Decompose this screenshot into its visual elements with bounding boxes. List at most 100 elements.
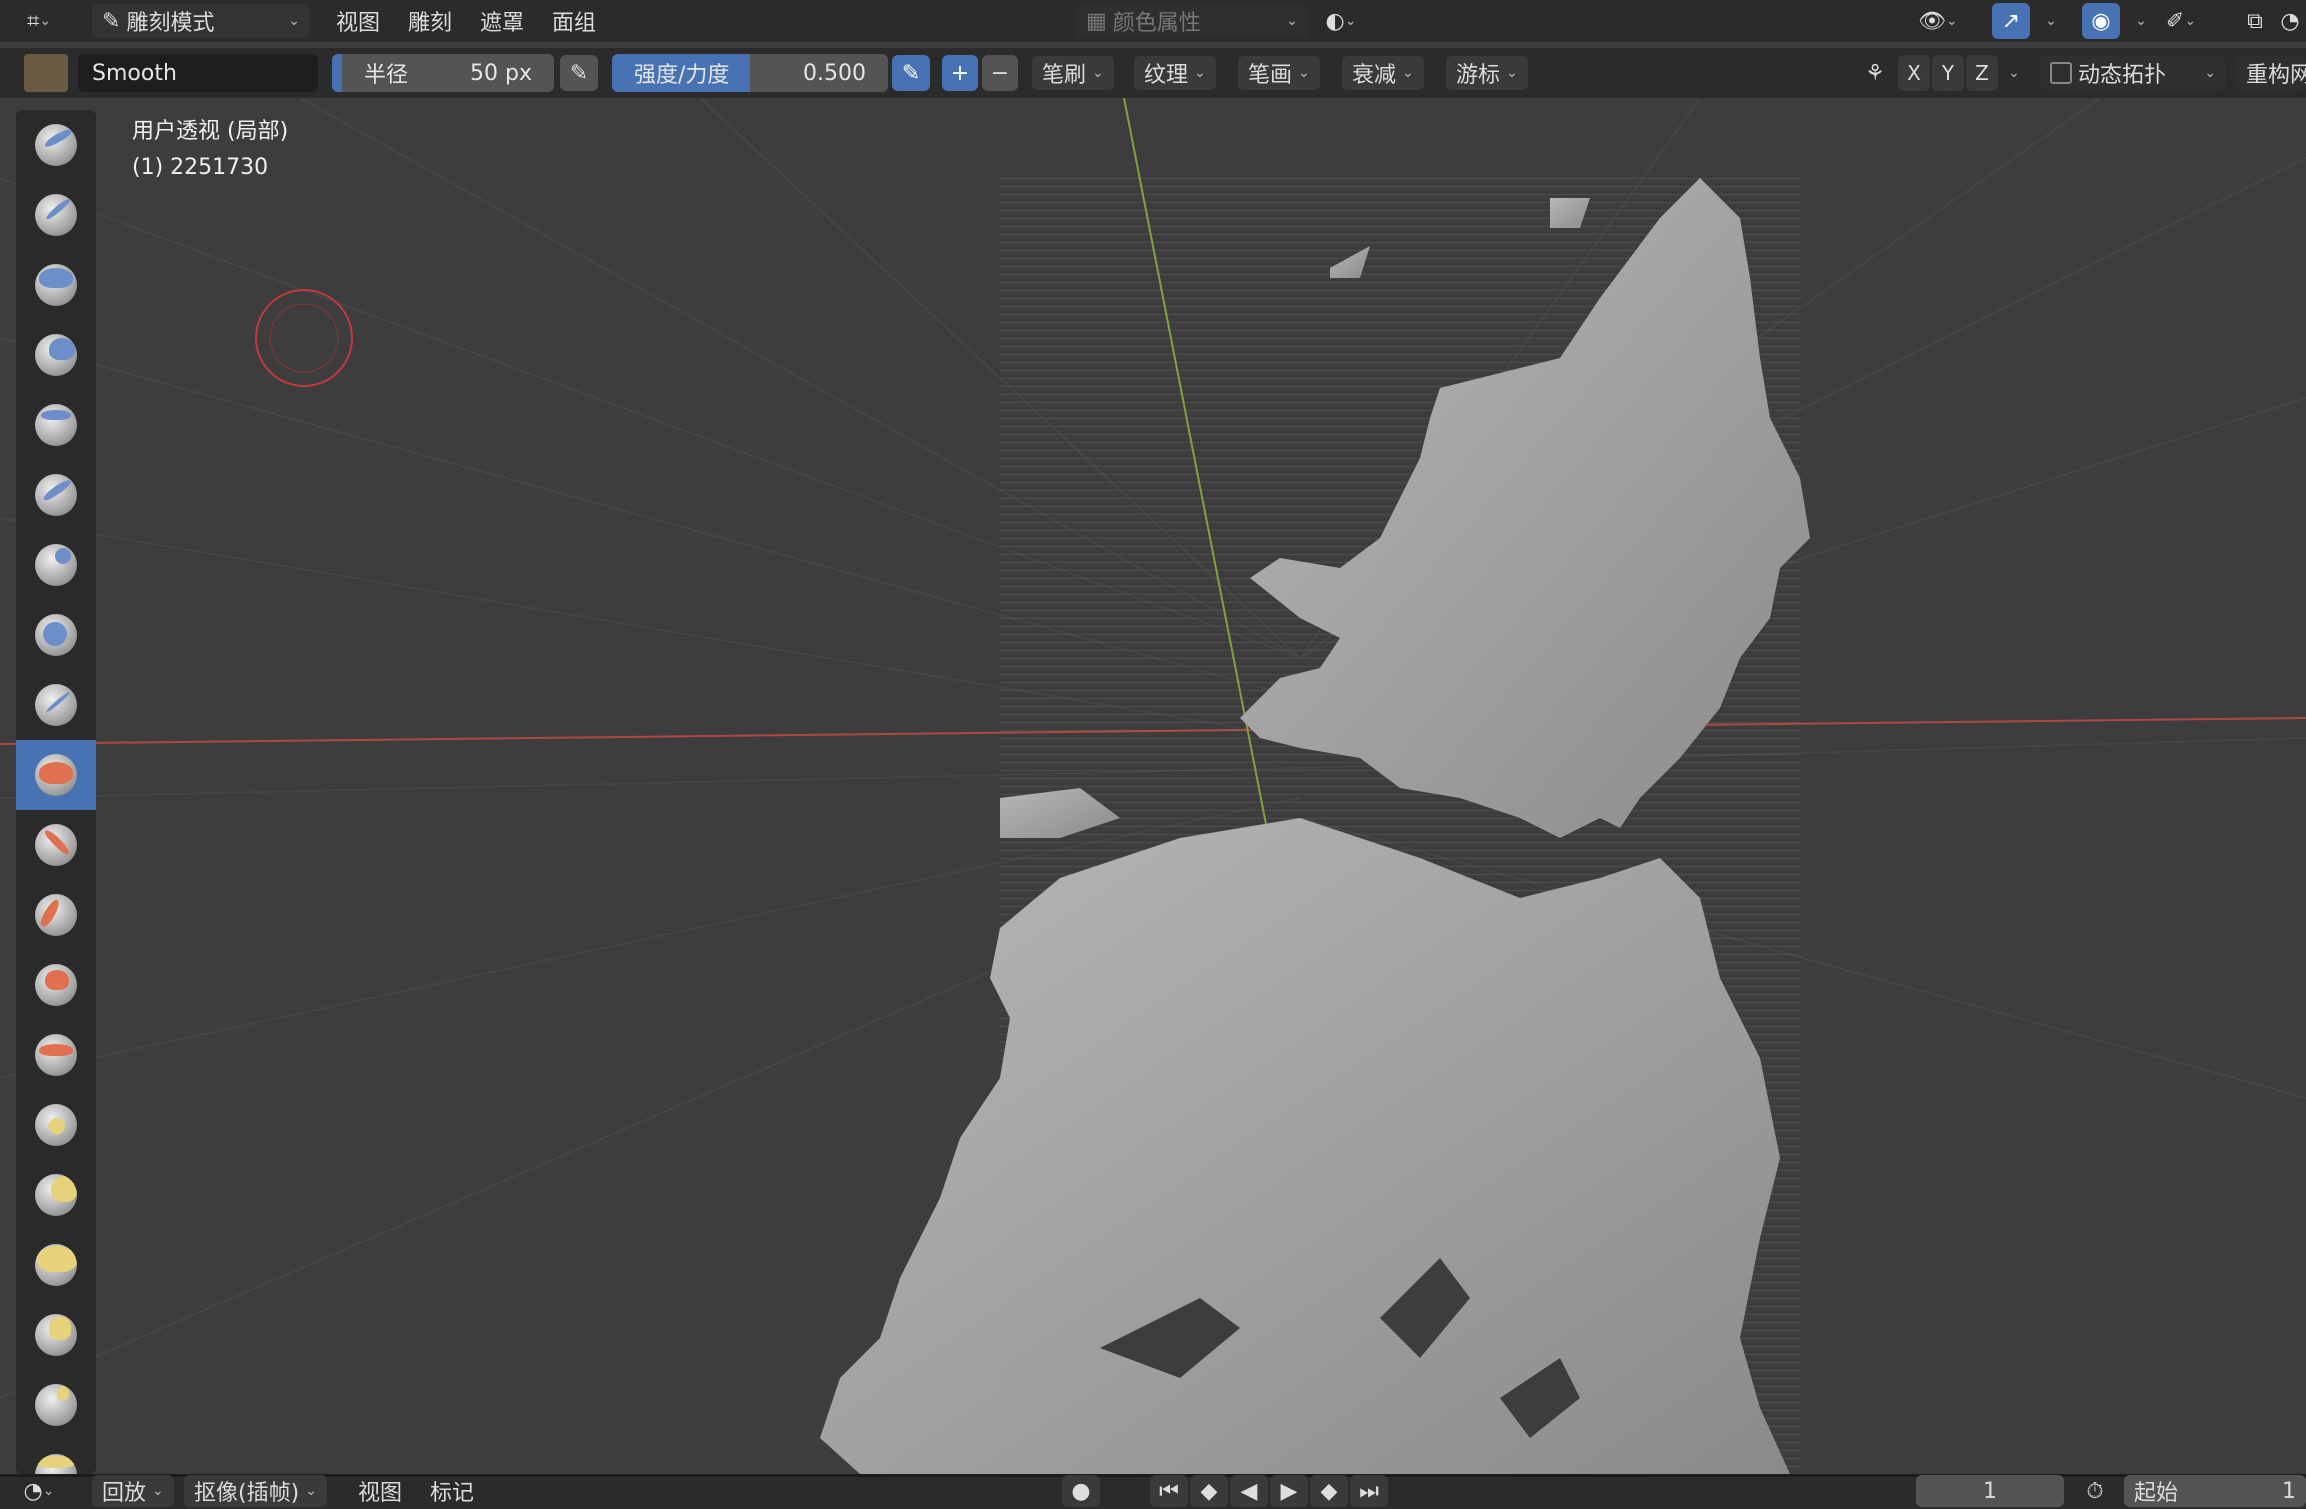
overlay-toggle[interactable]: ◉ [2082, 3, 2120, 39]
play-button[interactable]: ▶ [1270, 1475, 1308, 1507]
shading-mode-button[interactable]: ◔ [2276, 3, 2304, 39]
brush-icon: ✎ [102, 8, 121, 34]
draw-tool[interactable] [16, 110, 96, 180]
timeline-view-menu[interactable]: 视图 [344, 1475, 416, 1507]
overlay-options[interactable]: ⌄ [2122, 3, 2160, 39]
elastic-deform-tool[interactable] [16, 1230, 96, 1300]
chevron-down-icon: ⌄ [2045, 13, 2057, 29]
chevron-down-icon: ⌄ [1506, 65, 1518, 81]
stroke-dropdown[interactable]: 笔画 ⌄ [1238, 56, 1320, 90]
mirror-z-toggle[interactable]: Z [1966, 55, 1998, 91]
multiplane-scrape-tool[interactable] [16, 1020, 96, 1090]
dyntopo-checkbox[interactable] [2050, 62, 2072, 84]
xray-toggle[interactable]: ⧉ [2236, 3, 2274, 39]
playback-label: 回放 [102, 1481, 147, 1506]
jump-start-button[interactable]: ⏮ [1150, 1475, 1188, 1507]
radius-label: 半径 [364, 63, 409, 88]
menu-mask[interactable]: 遮罩 [466, 4, 538, 38]
direction-add-button[interactable]: + [942, 55, 978, 91]
jump-end-button[interactable]: ⏭ [1350, 1475, 1388, 1507]
pen-pressure-icon: ✎ [901, 60, 921, 86]
brush-name-field[interactable]: Smooth [78, 54, 318, 92]
current-frame-field[interactable]: 1 [1916, 1475, 2064, 1507]
crease-brush-icon [35, 684, 77, 726]
grab-tool[interactable] [16, 1160, 96, 1230]
clay-brush-icon [35, 264, 77, 306]
chevron-down-icon: ⌄ [1402, 65, 1414, 81]
radius-field[interactable]: 半径 50 px [332, 54, 554, 92]
timeline-editor-type[interactable]: ◔ ⌄ [20, 1475, 58, 1507]
texture-icon[interactable] [24, 54, 68, 92]
blob-tool[interactable] [16, 600, 96, 670]
prev-keyframe-button[interactable]: ◆ [1190, 1475, 1228, 1507]
jump-end-icon: ⏭ [1359, 1478, 1379, 1504]
inflate-tool[interactable] [16, 530, 96, 600]
shading-options-button[interactable]: ◐ ⌄ [1322, 3, 1360, 39]
thumb-brush-icon [35, 1384, 77, 1426]
clay-tool[interactable] [16, 250, 96, 320]
dyntopo-toggle[interactable]: 动态拓扑 ⌄ [2040, 56, 2226, 90]
chevron-down-icon: ⌄ [2135, 13, 2147, 29]
mirror-x-toggle[interactable]: X [1898, 55, 1930, 91]
preview-range-toggle[interactable]: ⏱ [2076, 1475, 2114, 1507]
next-keyframe-button[interactable]: ◆ [1310, 1475, 1348, 1507]
thumb-tool[interactable] [16, 1370, 96, 1440]
playback-dropdown[interactable]: 回放 ⌄ [92, 1475, 174, 1507]
crease-tool[interactable] [16, 670, 96, 740]
scrape-tool[interactable] [16, 950, 96, 1020]
timeline-header: ◔ ⌄ 回放 ⌄ 抠像(插帧) ⌄ 视图 标记 ● ⏮ ◆ ◀ ▶ ◆ ⏭ 1 ⏱ 起… [0, 1474, 2306, 1509]
smooth-brush-icon [35, 754, 77, 796]
mirror-y-toggle[interactable]: Y [1932, 55, 1964, 91]
remesh-dropdown[interactable]: 重构网 [2236, 56, 2306, 90]
menu-sculpt[interactable]: 雕刻 [394, 4, 466, 38]
clay-strips-tool[interactable] [16, 320, 96, 390]
draw-sharp-tool[interactable] [16, 180, 96, 250]
start-frame-field[interactable]: 起始 1 [2124, 1475, 2306, 1507]
brush-overlay-button[interactable]: ✐ ⌄ [2162, 3, 2200, 39]
auto-keying-toggle[interactable]: ● [1062, 1475, 1100, 1507]
play-reverse-icon: ◀ [1240, 1478, 1258, 1504]
pinch-tool[interactable] [16, 1090, 96, 1160]
pose-tool[interactable] [16, 1440, 96, 1474]
keying-label: 抠像(插帧) [194, 1481, 300, 1506]
play-reverse-button[interactable]: ◀ [1230, 1475, 1268, 1507]
3d-viewport[interactable] [0, 98, 2306, 1474]
timeline-marker-menu[interactable]: 标记 [416, 1475, 488, 1507]
cursor-dropdown[interactable]: 游标 ⌄ [1446, 56, 1528, 90]
header-menus: 视图 雕刻 遮罩 面组 [322, 4, 610, 38]
radius-pressure-toggle[interactable]: ✎ [560, 55, 598, 91]
clay-thumb-tool[interactable] [16, 390, 96, 460]
fill-brush-icon [35, 894, 77, 936]
symmetry-dropdown[interactable]: ⌄ [2000, 55, 2028, 91]
symmetry-options[interactable]: ⚘ [1856, 55, 1894, 91]
visibility-button[interactable]: 👁 ⌄ [1918, 3, 1958, 39]
direction-subtract-button[interactable]: − [982, 55, 1018, 91]
color-attribute-dropdown[interactable]: ▦ 颜色属性 ⌄ [1076, 4, 1308, 38]
chevron-down-icon: ⌄ [1344, 13, 1357, 29]
eye-icon: 👁 [1918, 8, 1946, 34]
falloff-dropdown[interactable]: 衰减 ⌄ [1342, 56, 1424, 90]
keying-dropdown[interactable]: 抠像(插帧) ⌄ [184, 1475, 327, 1507]
gizmo-toggle[interactable]: ↗ [1992, 3, 2030, 39]
smooth-tool[interactable] [16, 740, 96, 810]
clay-thumb-brush-icon [35, 404, 77, 446]
snake-hook-tool[interactable] [16, 1300, 96, 1370]
tool-shelf [16, 110, 96, 1474]
mode-dropdown[interactable]: ✎ 雕刻模式 ⌄ [92, 4, 310, 38]
flatten-tool[interactable] [16, 810, 96, 880]
texture-dropdown[interactable]: 纹理 ⌄ [1134, 56, 1216, 90]
chevron-down-icon: ⌄ [305, 1483, 317, 1499]
remesh-label: 重构网 [2246, 63, 2306, 88]
editor-type-button[interactable]: ⌗ ⌄ [20, 3, 58, 39]
layer-tool[interactable] [16, 460, 96, 530]
menu-face-sets[interactable]: 面组 [538, 4, 610, 38]
texture-dropdown-label: 纹理 [1144, 63, 1189, 88]
mode-label: 雕刻模式 [126, 11, 215, 36]
strength-pressure-toggle[interactable]: ✎ [892, 55, 930, 91]
gizmo-options[interactable]: ⌄ [2032, 3, 2070, 39]
brush-dropdown[interactable]: 笔刷 ⌄ [1032, 56, 1114, 90]
strength-field[interactable]: 强度/力度 0.500 [612, 54, 888, 92]
menu-view[interactable]: 视图 [322, 4, 394, 38]
fill-tool[interactable] [16, 880, 96, 950]
overlay-icon: ◉ [2091, 8, 2111, 34]
